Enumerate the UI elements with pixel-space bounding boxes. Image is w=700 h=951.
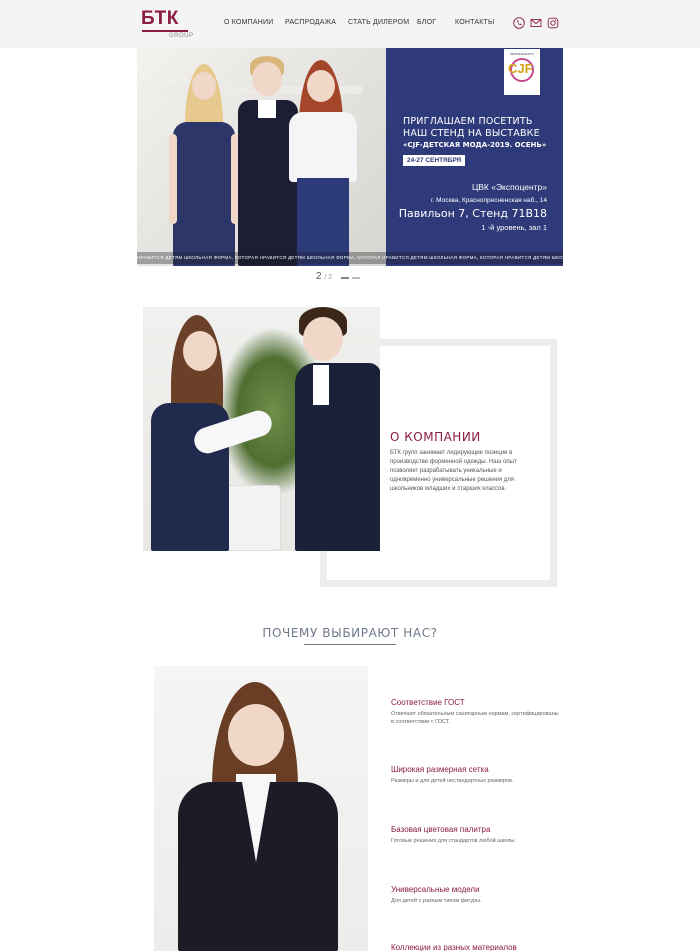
about-text: БТК групп занимает лидирующие позиции в …: [390, 450, 517, 492]
feature-title: Универсальные модели: [391, 885, 480, 894]
child-figure: [178, 682, 346, 951]
child-figure: [149, 315, 276, 551]
slide-ticker: НРАВИТСЯ ДЕТЯМ ШКОЛЬНАЯ ФОРМА, КОТОРАЯ Н…: [137, 252, 563, 264]
slider-page-total: / 2: [324, 274, 333, 281]
nav-contacts[interactable]: КОНТАКТЫ: [455, 19, 494, 26]
why-title: ПОЧЕМУ ВЫБИРАЮТ НАС?: [262, 626, 438, 640]
logo-subtext: GROUP: [169, 33, 194, 39]
feature-title: Базовая цветовая палитра: [391, 825, 491, 834]
cjf-logo: ЯРМАРКА/EXPO CJF: [504, 49, 540, 95]
slider-page-current: 2: [316, 271, 322, 282]
cjf-badge-caption: ЯРМАРКА/EXPO: [510, 52, 534, 56]
slide-title-line2: НАШ СТЕНД НА ВЫСТАВКЕ: [403, 128, 540, 139]
about-photo: [143, 307, 380, 551]
nav-sale[interactable]: РАСПРОДАЖА: [285, 19, 336, 26]
child-figure: [289, 307, 380, 551]
nav-dealer[interactable]: СТАТЬ ДИЛЕРОМ: [348, 19, 409, 26]
child-figure: [165, 64, 243, 266]
cjf-badge-text: CJF: [508, 61, 533, 76]
phone-icon[interactable]: [513, 17, 525, 29]
feature-title: Коллекции из разных материалов: [391, 943, 517, 951]
slider-prev-control[interactable]: [341, 277, 349, 279]
slide-title-line1: ПРИГЛАШАЕМ ПОСЕТИТЬ: [403, 116, 533, 127]
feature-text: Готовые решения для стандартов любой шко…: [391, 838, 516, 844]
slider-pager: 2 / 2: [316, 271, 332, 282]
feature-item: Универсальные модели Для детей с разным …: [391, 885, 561, 905]
slider-next-control[interactable]: [352, 277, 360, 279]
mail-icon[interactable]: [530, 17, 542, 29]
why-title-underline: [304, 644, 396, 645]
slide-venue: ЦВК «Экспоцентр»: [471, 182, 547, 192]
slide-address: г. Москва, Краснопресненская наб., 14: [430, 197, 547, 204]
slide-photo: [137, 48, 386, 266]
slide-level: 1 -й уровень, зал 1: [481, 223, 547, 232]
site-header: БТК GROUP О КОМПАНИИ РАСПРОДАЖА СТАТЬ ДИ…: [0, 0, 700, 48]
hero-slider[interactable]: ЯРМАРКА/EXPO CJF ПРИГЛАШАЕМ ПОСЕТИТЬ НАШ…: [137, 48, 563, 266]
nav-about[interactable]: О КОМПАНИИ: [224, 19, 273, 26]
why-photo: [154, 666, 368, 951]
feature-item: Соответствие ГОСТ Отвечают обязательным …: [391, 698, 561, 726]
logo-text: БТК: [141, 8, 179, 29]
slide-pavilion: Павильон 7, Стенд 71В18: [398, 207, 547, 220]
nav-blog[interactable]: БЛОГ: [417, 19, 436, 26]
feature-text: Отвечают обязательным санитарным нормам,…: [391, 711, 559, 725]
feature-item: Широкая размерная сетка Размеры и для де…: [391, 765, 561, 785]
feature-text: Размеры и для детей нестандартных размер…: [391, 778, 514, 784]
child-figure: [285, 60, 363, 266]
slide-dates: 24-27 СЕНТЯБРЯ: [403, 155, 466, 166]
slide-title: ПРИГЛАШАЕМ ПОСЕТИТЬ НАШ СТЕНД НА ВЫСТАВК…: [403, 116, 540, 140]
logo-underline: [142, 30, 188, 32]
feature-item: Базовая цветовая палитра Готовые решения…: [391, 825, 561, 845]
instagram-icon[interactable]: [547, 17, 559, 29]
slide-promo-panel: ЯРМАРКА/EXPO CJF ПРИГЛАШАЕМ ПОСЕТИТЬ НАШ…: [386, 48, 563, 266]
feature-title: Широкая размерная сетка: [391, 765, 489, 774]
feature-text: Для детей с разным типом фигуры.: [391, 898, 482, 904]
feature-item: Коллекции из разных материалов: [391, 943, 561, 951]
slide-subtitle: «CJF-ДЕТСКАЯ МОДА-2019. ОСЕНЬ»: [403, 141, 547, 149]
about-title: О КОМПАНИИ: [390, 430, 481, 444]
feature-title: Соответствие ГОСТ: [391, 698, 465, 707]
logo[interactable]: БТК GROUP: [141, 8, 194, 40]
